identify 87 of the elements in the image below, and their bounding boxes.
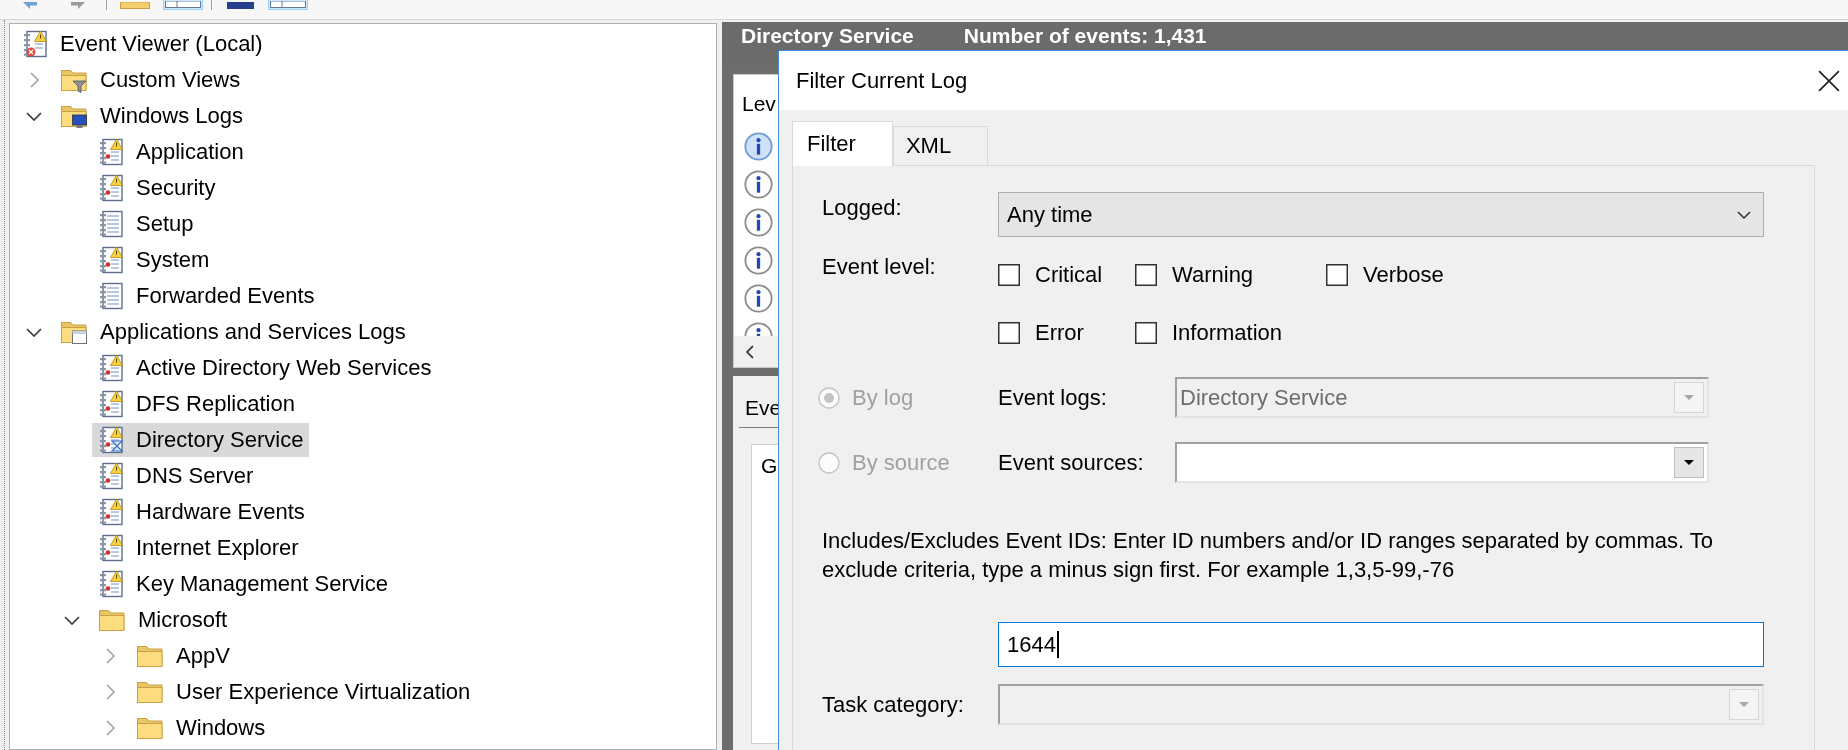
tree-item[interactable]: Applications and Services Logs xyxy=(54,315,412,349)
toolbar-button[interactable] xyxy=(163,0,203,10)
tree-item[interactable]: User Experience Virtualization xyxy=(130,675,477,709)
tree-item[interactable]: Hardware Events xyxy=(92,495,311,529)
chevron-down-icon xyxy=(1737,210,1751,219)
text-cursor xyxy=(1056,631,1059,658)
log-warning-icon xyxy=(98,390,124,418)
checkbox[interactable] xyxy=(1326,264,1348,286)
tree-item[interactable]: AppV xyxy=(130,639,236,673)
results-title: Directory Service xyxy=(741,24,914,48)
tree-item[interactable]: DNS Server xyxy=(92,459,260,493)
chevron-right-icon[interactable] xyxy=(105,720,115,736)
close-icon[interactable] xyxy=(1818,69,1840,92)
dialog-title: Filter Current Log xyxy=(796,67,968,94)
checkbox-label[interactable]: Error xyxy=(1035,320,1084,346)
log-icon xyxy=(98,210,124,238)
tree-item[interactable]: Microsoft xyxy=(92,603,234,637)
field-label: Event level: xyxy=(822,255,937,279)
field-label: Event logs: xyxy=(998,385,1108,410)
folder-monitor-icon xyxy=(60,103,88,129)
log-warning-icon xyxy=(98,354,124,382)
dropdown-arrow-icon xyxy=(1684,460,1694,465)
tree-item[interactable]: Setup xyxy=(92,207,200,241)
chevron-right-icon[interactable] xyxy=(29,72,39,88)
folder-icon xyxy=(98,607,126,633)
tree-item[interactable]: Application xyxy=(92,135,250,169)
tree-item[interactable]: System xyxy=(92,243,216,277)
tab[interactable]: XML xyxy=(892,126,989,165)
log-warning-icon xyxy=(98,570,124,598)
log-warning-icon xyxy=(98,246,124,274)
chevron-down-icon[interactable] xyxy=(26,111,42,121)
scroll-left-icon[interactable] xyxy=(746,344,754,359)
log-warning-icon xyxy=(98,138,124,166)
tree-item[interactable]: Windows xyxy=(130,711,272,745)
tree-item[interactable]: Forwarded Events xyxy=(92,279,321,313)
event-count: Number of events: 1,431 xyxy=(963,24,1207,48)
folder-icon xyxy=(136,643,164,669)
chevron-right-icon[interactable] xyxy=(105,684,115,700)
toolbar-button[interactable] xyxy=(268,0,308,10)
details-subtab[interactable]: G xyxy=(761,450,778,482)
tree-item[interactable]: Windows Logs xyxy=(54,99,250,133)
pane-layout-icon xyxy=(165,1,201,8)
log-warning-icon xyxy=(98,498,124,526)
tree-item[interactable]: Key Management Service xyxy=(92,567,394,601)
log-icon xyxy=(98,282,124,310)
tree-item[interactable]: Internet Explorer xyxy=(92,531,305,565)
folder-icon xyxy=(136,679,164,705)
back-arrow-icon xyxy=(23,2,37,9)
event-id-field[interactable]: 1644 xyxy=(998,622,1764,667)
column-header[interactable]: Lev xyxy=(734,86,776,122)
dropdown-arrow-icon xyxy=(1739,702,1749,707)
folder-icon xyxy=(136,715,164,741)
checkbox[interactable] xyxy=(1135,322,1157,344)
tree-item[interactable]: Security xyxy=(92,171,222,205)
log-hourglass-icon xyxy=(98,426,124,454)
folder-window-icon xyxy=(60,319,88,345)
log-warning-icon xyxy=(98,174,124,202)
folder-icon xyxy=(120,2,150,9)
checkbox-label[interactable]: Information xyxy=(1172,320,1283,346)
field-label: Event sources: xyxy=(998,450,1145,475)
checkbox-label[interactable]: Warning xyxy=(1172,262,1254,288)
checkbox-label[interactable]: Critical xyxy=(1035,262,1103,288)
checkbox[interactable] xyxy=(998,322,1020,344)
log-error-icon xyxy=(22,30,48,58)
tree-item[interactable]: Event Viewer (Local) xyxy=(16,27,269,61)
field-label: Task category: xyxy=(822,692,965,717)
chevron-down-icon[interactable] xyxy=(64,615,80,625)
checkbox-label[interactable]: Verbose xyxy=(1363,262,1444,288)
tree-item[interactable]: Active Directory Web Services xyxy=(92,351,438,385)
tree-item[interactable]: Custom Views xyxy=(54,63,247,97)
book-icon xyxy=(226,2,254,9)
chevron-right-icon[interactable] xyxy=(105,648,115,664)
chevron-down-icon[interactable] xyxy=(26,327,42,337)
folder-funnel-icon xyxy=(60,67,88,93)
dropdown[interactable]: Any time xyxy=(998,192,1764,237)
checkbox[interactable] xyxy=(1135,264,1157,286)
log-warning-icon xyxy=(98,462,124,490)
tree-item[interactable]: DFS Replication xyxy=(92,387,301,421)
log-warning-icon xyxy=(98,534,124,562)
pane-layout-icon xyxy=(270,1,306,8)
dropdown-arrow-icon xyxy=(1684,395,1694,400)
instructions-text: Includes/Excludes Event IDs: Enter ID numbers and/or ID ranges separated by commas. To exclude criteria, type a minus sign first. For example 1,3,5-99,-76 xyxy=(822,527,1715,584)
tree-item[interactable]: Directory Service xyxy=(92,423,310,457)
forward-arrow-icon xyxy=(71,2,85,9)
tab[interactable]: Filter xyxy=(792,121,893,166)
checkbox[interactable] xyxy=(998,264,1020,286)
field-label: Logged: xyxy=(822,196,903,220)
